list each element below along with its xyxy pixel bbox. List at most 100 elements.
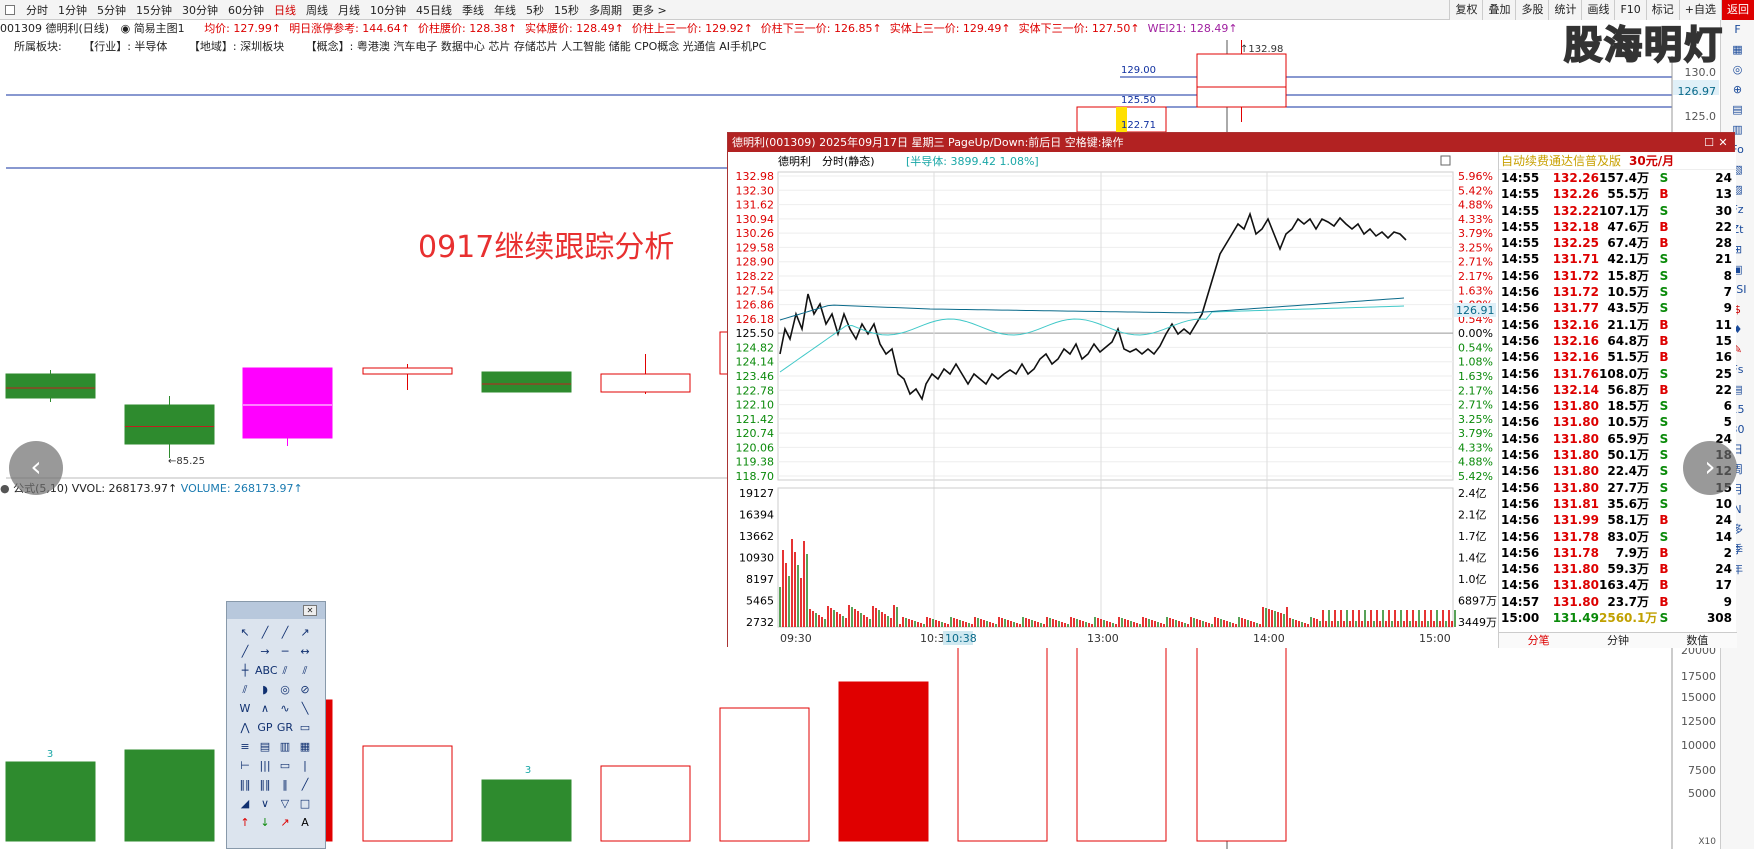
popup-settings-icon[interactable] [1440, 155, 1451, 166]
draw-tool-6[interactable]: ─ [275, 642, 295, 661]
volume-bar[interactable] [124, 749, 215, 842]
drawing-toolbox-header[interactable]: ✕ [227, 602, 325, 619]
draw-tool-27[interactable]: ▦ [295, 737, 315, 756]
popup-titlebar[interactable]: 德明利(001309) 2025年09月17日 星期三 PageUp/Down:… [728, 133, 1734, 152]
tick-row[interactable]: 14:55 132.18 47.6万 B 22 [1499, 219, 1736, 235]
tick-row[interactable]: 14:56 131.80 163.4万 B 17 [1499, 577, 1736, 593]
tick-row[interactable]: 14:55 132.25 67.4万 B 28 [1499, 235, 1736, 251]
candle[interactable] [242, 367, 333, 446]
tick-row[interactable]: 14:57 131.80 23.7万 B 9 [1499, 594, 1736, 610]
draw-tool-22[interactable]: GR [275, 718, 295, 737]
candle[interactable] [481, 371, 572, 393]
draw-tool-20[interactable]: ⋀ [235, 718, 255, 737]
tick-row[interactable]: 14:56 131.72 15.8万 S 8 [1499, 268, 1736, 284]
draw-tool-28[interactable]: ⊢ [235, 756, 255, 775]
side-tool-1[interactable]: ▦ [1721, 40, 1754, 60]
volume-bar[interactable] [600, 765, 691, 842]
draw-tool-0[interactable]: ↖ [235, 623, 255, 642]
draw-tool-1[interactable]: ╱ [255, 623, 275, 642]
draw-tool-36[interactable]: ◢ [235, 794, 255, 813]
draw-tool-33[interactable]: ‖‖ [255, 775, 275, 794]
tick-tab-1[interactable]: 分钟 [1578, 633, 1657, 648]
tick-row[interactable]: 14:56 131.80 59.3万 B 24 [1499, 561, 1736, 577]
draw-tool-29[interactable]: ||| [255, 756, 275, 775]
volume-bar[interactable] [719, 707, 810, 842]
candle[interactable] [362, 364, 453, 390]
draw-tool-15[interactable]: ⊘ [295, 680, 315, 699]
draw-tool-41[interactable]: ↓ [255, 813, 275, 832]
draw-tool-16[interactable]: W [235, 699, 255, 718]
draw-tool-9[interactable]: ABC [255, 661, 278, 680]
side-tool-3[interactable]: ⊕ [1721, 80, 1754, 100]
volume-bar[interactable] [5, 761, 96, 842]
draw-tool-40[interactable]: ↑ [235, 813, 255, 832]
draw-tool-38[interactable]: ▽ [275, 794, 295, 813]
draw-tool-13[interactable]: ◗ [255, 680, 275, 699]
draw-tool-32[interactable]: ‖‖ [235, 775, 255, 794]
draw-tool-19[interactable]: ╲ [295, 699, 315, 718]
tick-row[interactable]: 14:56 131.99 58.1万 B 24 [1499, 512, 1736, 528]
tick-row[interactable]: 14:56 131.78 83.0万 S 14 [1499, 529, 1736, 545]
draw-tool-18[interactable]: ∿ [275, 699, 295, 718]
draw-tool-11[interactable]: ⫽ [295, 661, 315, 680]
side-tool-4[interactable]: ▤ [1721, 100, 1754, 120]
candle[interactable] [5, 370, 96, 402]
next-slide-button[interactable]: › [1683, 441, 1737, 495]
tick-row[interactable]: 14:55 131.71 42.1万 S 21 [1499, 251, 1736, 267]
side-tool-0[interactable]: F [1721, 20, 1754, 40]
tick-row[interactable]: 14:56 131.80 10.5万 S 5 [1499, 414, 1736, 430]
volume-bar[interactable] [362, 745, 453, 842]
draw-tool-8[interactable]: ┼ [235, 661, 255, 680]
draw-tool-25[interactable]: ▤ [255, 737, 275, 756]
draw-tool-14[interactable]: ◎ [275, 680, 295, 699]
draw-tool-3[interactable]: ↗ [295, 623, 315, 642]
tick-row[interactable]: 14:56 131.72 10.5万 S 7 [1499, 284, 1736, 300]
tick-row[interactable]: 14:56 131.80 18.5万 S 6 [1499, 398, 1736, 414]
tick-row[interactable]: 14:56 132.16 21.1万 B 11 [1499, 317, 1736, 333]
draw-tool-39[interactable]: □ [295, 794, 315, 813]
tick-row[interactable]: 14:55 132.22 107.1万 S 30 [1499, 203, 1736, 219]
draw-tool-24[interactable]: ≡ [235, 737, 255, 756]
volume-bar[interactable] [957, 645, 1048, 842]
draw-tool-5[interactable]: → [255, 642, 275, 661]
tick-row[interactable]: 14:56 131.81 35.6万 S 10 [1499, 496, 1736, 512]
side-tool-2[interactable]: ◎ [1721, 60, 1754, 80]
volume-bar[interactable] [838, 681, 929, 842]
tick-panel-header[interactable]: 自动续费通达信普及版 30元/月 [1499, 152, 1736, 170]
close-icon[interactable]: ✕ [303, 605, 317, 616]
draw-tool-35[interactable]: ╱ [295, 775, 315, 794]
volume-bar[interactable] [1196, 645, 1287, 842]
draw-tool-34[interactable]: ‖ [275, 775, 295, 794]
candle[interactable] [600, 354, 691, 394]
tick-row[interactable]: 14:56 131.77 43.5万 S 9 [1499, 300, 1736, 316]
tick-row[interactable]: 14:56 132.16 64.8万 B 15 [1499, 333, 1736, 349]
draw-tool-30[interactable]: ▭ [275, 756, 295, 775]
intraday-chart[interactable]: 德明利 分时(静态) [半导体: 3899.42 1.08%] 132.98 5.96%… [728, 152, 1498, 648]
volume-bar[interactable] [481, 779, 572, 842]
draw-tool-21[interactable]: GP [255, 718, 275, 737]
draw-tool-17[interactable]: ∧ [255, 699, 275, 718]
maximize-icon[interactable]: ☐ [1702, 133, 1716, 152]
draw-tool-12[interactable]: ⫽ [235, 680, 255, 699]
draw-tool-7[interactable]: ↔ [295, 642, 315, 661]
intraday-popup-window[interactable]: 德明利(001309) 2025年09月17日 星期三 PageUp/Down:… [727, 132, 1737, 648]
draw-tool-10[interactable]: ⫽ [275, 661, 295, 680]
tick-row[interactable]: 14:55 132.26 55.5万 B 13 [1499, 186, 1736, 202]
tick-row[interactable]: 15:00 131.49 2560.1万 S 308 [1499, 610, 1736, 626]
close-icon[interactable]: ✕ [1716, 133, 1730, 152]
tick-row[interactable]: 14:56 131.76 108.0万 S 25 [1499, 366, 1736, 382]
prev-slide-button[interactable]: ‹ [9, 441, 63, 495]
draw-tool-2[interactable]: ╱ [275, 623, 295, 642]
draw-tool-23[interactable]: ▭ [295, 718, 315, 737]
tick-tab-2[interactable]: 数值 [1658, 633, 1737, 648]
draw-tool-4[interactable]: ╱ [235, 642, 255, 661]
draw-tool-43[interactable]: A [295, 813, 315, 832]
draw-tool-42[interactable]: ↗ [275, 813, 295, 832]
draw-tool-26[interactable]: ▥ [275, 737, 295, 756]
candle[interactable] [124, 396, 215, 458]
tick-row[interactable]: 14:56 131.78 7.9万 B 2 [1499, 545, 1736, 561]
tick-tab-0[interactable]: 分笔 [1499, 633, 1578, 648]
draw-tool-37[interactable]: ∨ [255, 794, 275, 813]
volume-bar[interactable] [1076, 645, 1167, 842]
tick-row[interactable]: 14:55 132.26 157.4万 S 24 [1499, 170, 1736, 186]
